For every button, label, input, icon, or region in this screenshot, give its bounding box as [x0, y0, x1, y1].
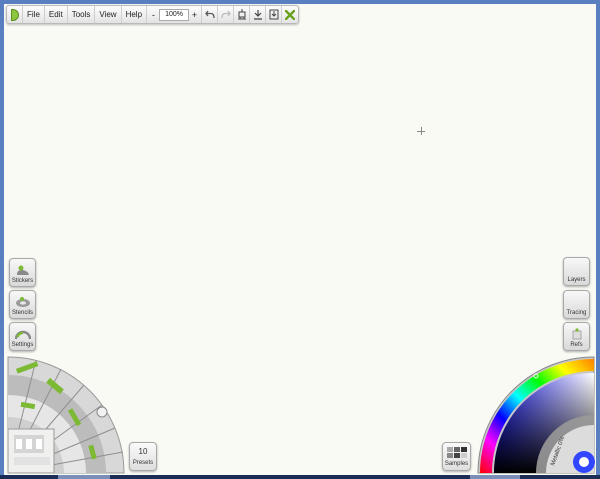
- taskbar-item[interactable]: [58, 475, 110, 479]
- green-x-icon[interactable]: [282, 6, 298, 23]
- layers-label: Layers: [567, 277, 586, 283]
- menu-help[interactable]: Help: [122, 6, 148, 23]
- stencils-button[interactable]: Stencils: [9, 290, 36, 319]
- undo-icon[interactable]: [202, 6, 219, 23]
- zoom-in-button[interactable]: +: [191, 10, 198, 20]
- taskbar-strip: [0, 475, 600, 479]
- samples-label: Samples: [444, 461, 469, 467]
- crosshair-cursor: [417, 127, 425, 135]
- export-icon[interactable]: [250, 6, 267, 23]
- menu-tools[interactable]: Tools: [68, 6, 96, 23]
- refs-button[interactable]: Refs: [563, 322, 590, 351]
- import-icon[interactable]: [266, 6, 283, 23]
- color-picker[interactable]: Metallic 0%: [474, 354, 596, 475]
- presets-label: Presets: [132, 460, 154, 466]
- samples-icon: [443, 447, 470, 458]
- tracing-button[interactable]: Tracing: [563, 290, 590, 319]
- refs-label: Refs: [570, 342, 583, 348]
- stickers-label: Stickers: [11, 278, 34, 284]
- menu-view[interactable]: View: [95, 6, 122, 23]
- redo-icon[interactable]: [218, 6, 235, 23]
- tool-picker-wheel[interactable]: [6, 355, 128, 475]
- settings-label: Settings: [11, 342, 34, 348]
- presets-button[interactable]: 10 Presets: [129, 442, 157, 471]
- zoom-control: - 100% +: [147, 6, 203, 23]
- stickers-icon: [16, 265, 29, 275]
- refs-icon: [572, 328, 581, 340]
- zoom-level-field[interactable]: 100%: [159, 8, 190, 21]
- samples-button[interactable]: Samples: [442, 442, 471, 471]
- settings-button[interactable]: Settings: [9, 322, 36, 351]
- share-icon[interactable]: [234, 6, 251, 23]
- taskbar-item[interactable]: [470, 475, 520, 479]
- presets-count: 10: [138, 447, 148, 456]
- menu-file[interactable]: File: [23, 6, 45, 23]
- layers-button[interactable]: Layers: [563, 257, 590, 286]
- stencils-label: Stencils: [11, 310, 33, 316]
- main-toolbar: File Edit Tools View Help - 100% +: [6, 5, 300, 24]
- tracing-label: Tracing: [566, 310, 587, 316]
- zoom-out-button[interactable]: -: [150, 10, 157, 20]
- artrage-logo-icon[interactable]: [7, 6, 23, 23]
- stencils-icon: [15, 297, 30, 307]
- stickers-button[interactable]: Stickers: [9, 258, 36, 287]
- settings-icon: [14, 330, 31, 340]
- menu-edit[interactable]: Edit: [45, 6, 68, 23]
